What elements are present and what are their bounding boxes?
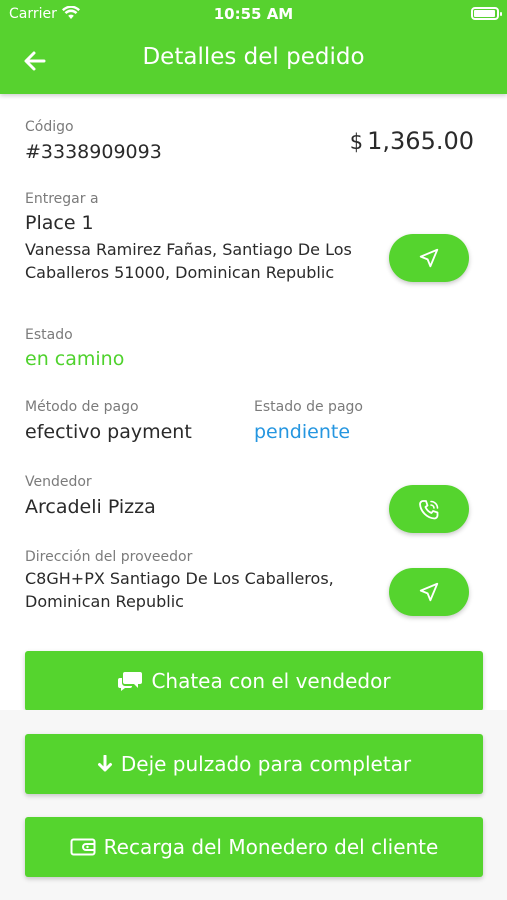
status-time: 10:55 AM [213, 5, 294, 23]
chat-vendor-button[interactable]: Chatea con el vendedor [25, 651, 483, 711]
navigate-delivery-button[interactable] [389, 234, 469, 282]
code-label: Código [25, 119, 74, 135]
delivery-address-line1: Vanessa Ramirez Fañas, Santiago De Los [25, 240, 352, 259]
call-vendor-button[interactable] [389, 485, 469, 533]
app-header: Carrier 10:55 AM Detalles del pedido [0, 0, 507, 94]
wallet-recharge-label: Recarga del Monedero del cliente [103, 835, 439, 859]
status-bar: Carrier 10:55 AM [0, 0, 507, 30]
provider-address-line1: C8GH+PX Santiago De Los Caballeros, [25, 569, 334, 588]
chat-bubbles-icon [118, 672, 143, 691]
chat-vendor-label: Chatea con el vendedor [151, 669, 391, 693]
payment-status: pendiente [254, 421, 351, 443]
payment-status-label: Estado de pago [254, 399, 363, 415]
delivery-place: Place 1 [25, 212, 94, 234]
delivery-address-line2: Caballeros 51000, Dominican Republic [25, 263, 335, 282]
wallet-recharge-button[interactable]: Recarga del Monedero del cliente [25, 817, 483, 877]
vendor-name: Arcadeli Pizza [25, 496, 156, 518]
currency-symbol: $ [349, 130, 364, 154]
battery-icon [471, 7, 502, 20]
arrow-down-icon [97, 755, 112, 772]
navigation-arrow-icon [419, 248, 439, 268]
delivery-address: Vanessa Ramirez Fañas, Santiago De Los C… [25, 238, 352, 284]
wallet-icon [70, 838, 96, 856]
payment-method: efectivo payment [25, 421, 192, 443]
hold-to-complete-label: Deje pulzado para completar [120, 752, 412, 776]
order-amount: 1,365.00 [367, 127, 474, 155]
provider-address: C8GH+PX Santiago De Los Caballeros, Domi… [25, 567, 334, 613]
phone-call-icon [419, 500, 439, 520]
navigation-arrow-icon [419, 582, 439, 602]
order-code: #3338909093 [25, 141, 162, 163]
vendor-label: Vendedor [25, 474, 92, 490]
order-total: $1,365.00 [350, 127, 474, 155]
hold-to-complete-button[interactable]: Deje pulzado para completar [25, 734, 483, 794]
provider-address-line2: Dominican Republic [25, 592, 184, 611]
order-state: en camino [25, 348, 125, 370]
page-title: Detalles del pedido [142, 44, 365, 70]
navigate-provider-button[interactable] [389, 568, 469, 616]
deliver-to-label: Entregar a [25, 191, 99, 207]
state-label: Estado [25, 327, 73, 343]
payment-method-label: Método de pago [25, 399, 139, 415]
provider-address-label: Dirección del proveedor [25, 549, 193, 565]
